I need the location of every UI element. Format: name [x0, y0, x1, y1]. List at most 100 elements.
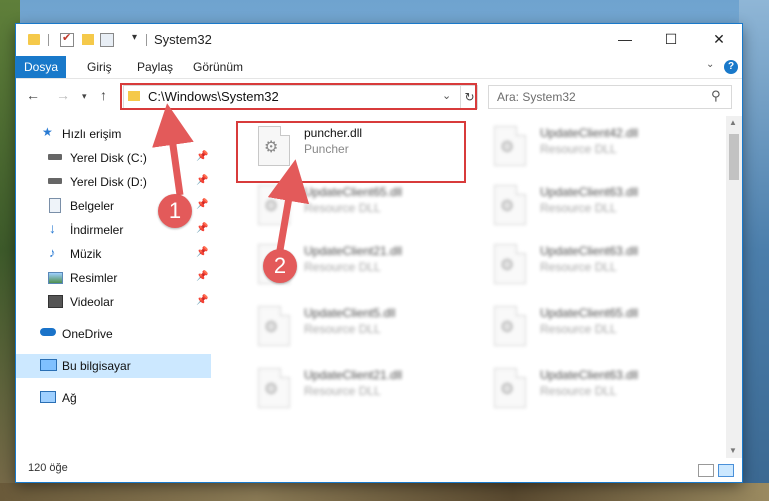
file-type: Resource DLL: [304, 201, 381, 215]
file-item[interactable]: ⚙ UpdateClient5.dll Resource DLL: [236, 300, 466, 356]
cloud-icon: [40, 328, 56, 336]
pin-icon: 📌: [196, 223, 209, 234]
file-type: Resource DLL: [304, 322, 381, 336]
recent-locations-icon[interactable]: ▾: [82, 91, 87, 102]
forward-arrow-icon[interactable]: →: [56, 87, 70, 103]
videos-icon: [48, 295, 63, 308]
details-view-icon[interactable]: [698, 464, 714, 477]
file-name: UpdateClient42.dll: [540, 126, 639, 140]
download-icon: ↓: [49, 220, 56, 236]
close-button[interactable]: ✕: [696, 24, 742, 54]
file-name: UpdateClient63.dll: [540, 368, 639, 382]
step-marker-1: 1: [158, 194, 192, 228]
vertical-scrollbar[interactable]: ▲ ▼: [726, 116, 742, 458]
file-name: UpdateClient21.dll: [304, 368, 403, 382]
drive-icon: [48, 154, 62, 160]
sidebar-item-quick-access[interactable]: ★ Hızlı erişim: [16, 122, 211, 146]
file-name: UpdateClient21.dll: [304, 244, 403, 258]
sidebar-item-this-pc[interactable]: Bu bilgisayar: [16, 354, 211, 378]
tab-home[interactable]: Giriş: [87, 56, 112, 78]
sidebar-item-label: Videolar: [70, 295, 114, 309]
drive-icon: [48, 178, 62, 184]
file-type: Resource DLL: [304, 384, 381, 398]
new-folder-icon[interactable]: [82, 34, 94, 45]
back-arrow-icon[interactable]: ←: [26, 87, 40, 103]
file-name: UpdateClient63.dll: [540, 185, 639, 199]
dll-file-icon: ⚙: [494, 126, 526, 166]
scrollbar-thumb[interactable]: [729, 134, 739, 180]
dll-file-icon: ⚙: [494, 244, 526, 284]
star-icon: ★: [42, 125, 53, 139]
large-icons-view-icon[interactable]: [718, 464, 734, 477]
sidebar-item-music[interactable]: ♪ Müzik 📌: [16, 242, 211, 266]
ribbon-tabs: Dosya Giriş Paylaş Görünüm ⌄: [16, 56, 742, 79]
file-name: UpdateClient65.dll: [304, 185, 403, 199]
dll-file-icon: ⚙: [258, 306, 290, 346]
sidebar-item-local-disk-c[interactable]: Yerel Disk (C:) 📌: [16, 146, 211, 170]
sidebar-item-label: Bu bilgisayar: [62, 359, 131, 373]
file-highlight-box: [236, 121, 466, 183]
expand-ribbon-icon[interactable]: ⌄: [706, 59, 714, 70]
tab-share[interactable]: Paylaş: [137, 56, 173, 78]
minimize-button[interactable]: —: [602, 24, 648, 54]
music-icon: ♪: [49, 245, 56, 260]
file-item[interactable]: ⚙ UpdateClient65.dll Resource DLL: [472, 300, 702, 356]
tab-view[interactable]: Görünüm: [193, 56, 243, 78]
scroll-up-icon[interactable]: ▲: [729, 118, 737, 127]
pin-icon: 📌: [196, 175, 209, 186]
file-type: Resource DLL: [540, 384, 617, 398]
file-item[interactable]: ⚙ UpdateClient42.dll Resource DLL: [472, 120, 702, 176]
documents-icon: [49, 198, 61, 213]
dll-file-icon: ⚙: [494, 368, 526, 408]
search-icon[interactable]: ⚲: [711, 88, 721, 104]
sidebar-item-pictures[interactable]: Resimler 📌: [16, 266, 211, 290]
desktop-background-right: [739, 0, 769, 501]
pin-icon: 📌: [196, 247, 209, 258]
file-item[interactable]: ⚙ UpdateClient63.dll Resource DLL: [472, 238, 702, 294]
sidebar-item-videos[interactable]: Videolar 📌: [16, 290, 211, 314]
properties-icon[interactable]: [100, 33, 114, 47]
computer-icon: [40, 359, 57, 371]
file-type: Resource DLL: [540, 201, 617, 215]
window-title: System32: [154, 32, 212, 47]
search-box[interactable]: Ara: System32 ⚲: [488, 85, 732, 109]
file-name: UpdateClient5.dll: [304, 306, 396, 320]
title-separator: [146, 34, 147, 46]
dll-file-icon: ⚙: [494, 306, 526, 346]
quick-access-separator: [48, 34, 49, 46]
sidebar-item-label: OneDrive: [62, 327, 113, 341]
file-type: Resource DLL: [304, 260, 381, 274]
pin-icon: 📌: [196, 271, 209, 282]
file-item[interactable]: ⚙ UpdateClient63.dll Resource DLL: [472, 179, 702, 235]
sidebar-item-local-disk-d[interactable]: Yerel Disk (D:) 📌: [16, 170, 211, 194]
search-placeholder: Ara: System32: [497, 90, 576, 104]
status-bar: 120 öğe: [16, 458, 742, 482]
item-count: 120 öğe: [28, 462, 68, 474]
sidebar-item-label: Yerel Disk (C:): [70, 151, 147, 165]
customize-toolbar-icon[interactable]: ▾: [132, 32, 137, 43]
sidebar-item-label: Hızlı erişim: [62, 127, 122, 141]
up-arrow-icon[interactable]: ↑: [100, 87, 107, 103]
pictures-icon: [48, 272, 63, 284]
file-name: UpdateClient63.dll: [540, 244, 639, 258]
scroll-down-icon[interactable]: ▼: [729, 446, 737, 455]
dll-file-icon: ⚙: [258, 368, 290, 408]
sidebar-item-onedrive[interactable]: OneDrive: [16, 322, 211, 346]
pin-icon: 📌: [196, 151, 209, 162]
dll-file-icon: ⚙: [494, 185, 526, 225]
properties-check-icon[interactable]: [60, 31, 74, 47]
sidebar-item-label: Belgeler: [70, 199, 115, 213]
sidebar-item-network[interactable]: Ağ: [16, 386, 211, 410]
help-icon[interactable]: ?: [724, 60, 738, 74]
tab-file[interactable]: Dosya: [16, 56, 66, 78]
maximize-button[interactable]: ☐: [648, 24, 694, 54]
file-item[interactable]: ⚙ UpdateClient63.dll Resource DLL: [472, 362, 702, 418]
title-bar: ▾ System32 — ☐ ✕: [16, 24, 742, 56]
file-item[interactable]: ⚙ UpdateClient65.dll Resource DLL: [236, 179, 466, 235]
file-item[interactable]: ⚙ UpdateClient21.dll Resource DLL: [236, 362, 466, 418]
file-type: Resource DLL: [540, 322, 617, 336]
sidebar-item-label: Yerel Disk (D:): [70, 175, 147, 189]
network-icon: [40, 391, 56, 403]
navigation-pane: ★ Hızlı erişim Yerel Disk (C:) 📌 Yerel D…: [16, 116, 211, 458]
folder-icon: [28, 34, 40, 45]
